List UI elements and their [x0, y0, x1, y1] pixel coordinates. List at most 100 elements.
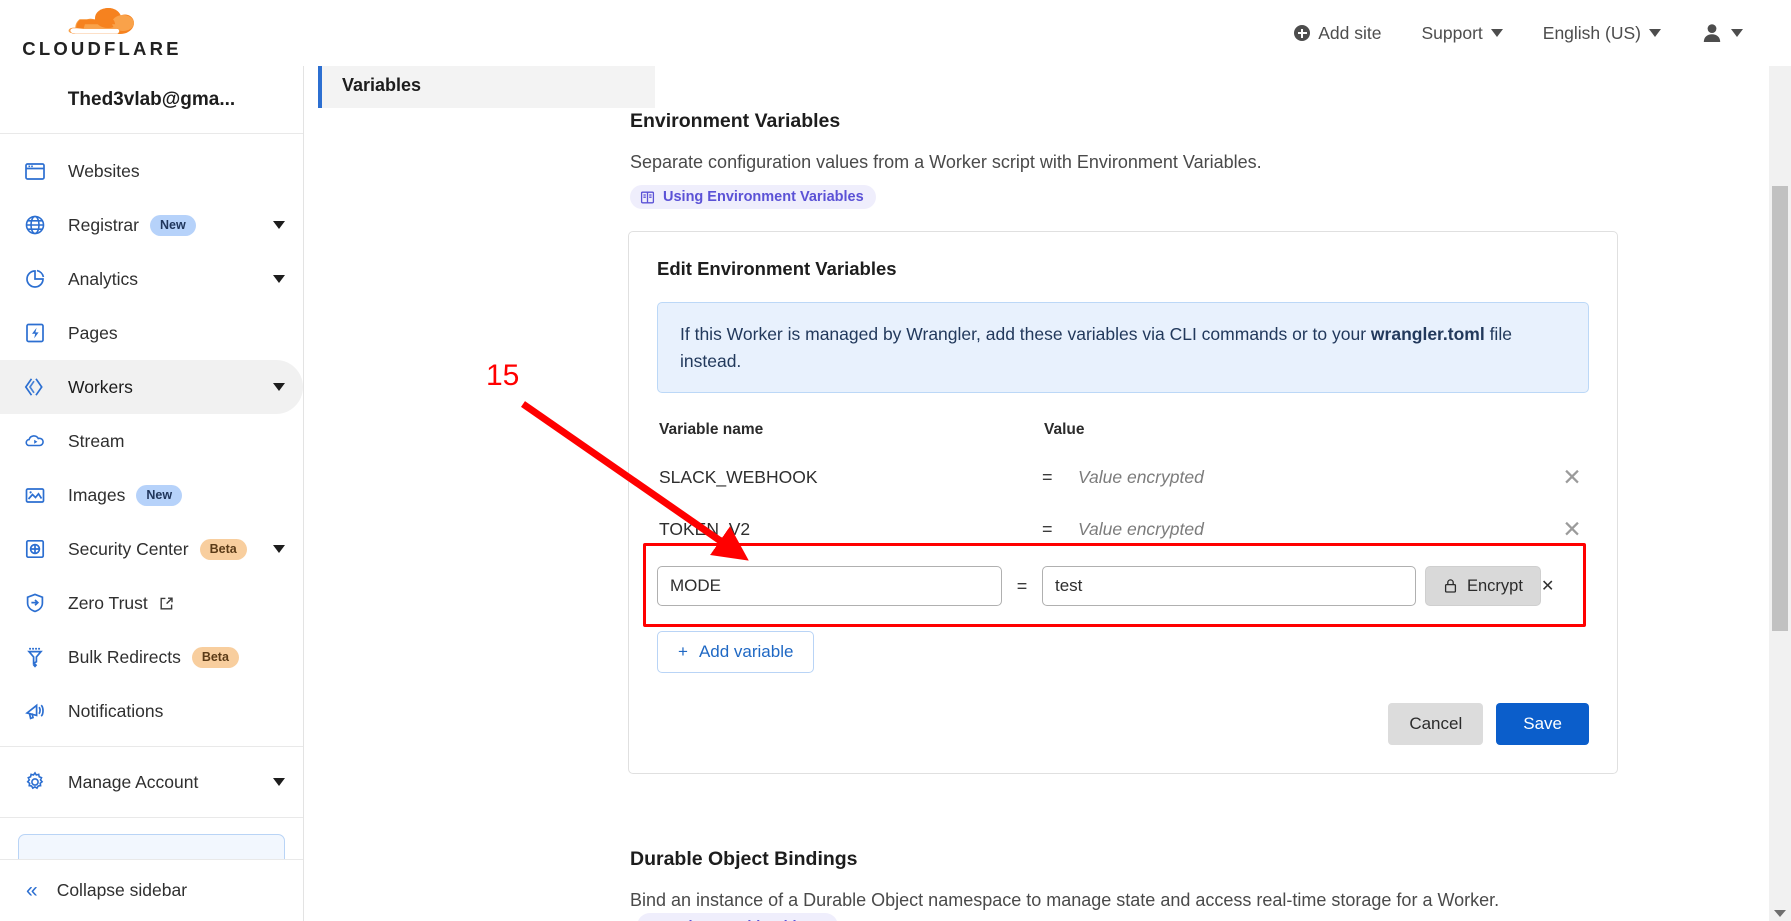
sidebar-item-security-center[interactable]: Security Center Beta — [0, 522, 303, 576]
lightning-page-icon — [22, 320, 48, 346]
chevron-down-icon[interactable] — [273, 778, 285, 786]
wrangler-toml-filename: wrangler.toml — [1371, 324, 1485, 344]
wrangler-info-banner: If this Worker is managed by Wrangler, a… — [657, 302, 1589, 393]
status-badge: Beta — [200, 539, 247, 560]
sidebar-item-analytics[interactable]: Analytics — [0, 252, 303, 306]
sidebar-item-websites[interactable]: Websites — [0, 144, 303, 198]
sidebar-item-label: Zero Trust — [68, 593, 148, 614]
divider — [0, 817, 303, 818]
encrypt-label: Encrypt — [1467, 577, 1523, 596]
variable-value: Value encrypted — [1078, 519, 1549, 540]
description-text: Bind an instance of a Durable Object nam… — [630, 890, 1499, 910]
chevron-down-icon[interactable] — [273, 383, 285, 391]
sidebar-item-stream[interactable]: Stream — [0, 414, 303, 468]
sidebar-item-label: Security Center — [68, 539, 189, 560]
gear-icon — [22, 769, 48, 795]
sidebar-item-label: Images — [68, 485, 125, 506]
funnel-icon — [22, 644, 48, 670]
doc-link-label: Using Environment Variables — [663, 189, 864, 205]
using-durable-objects-link[interactable]: Using Durable Objects — [637, 913, 838, 921]
variables-table: Variable name Value SLACK_WEBHOOK = Valu… — [657, 421, 1589, 611]
sidebar-item-label: Stream — [68, 431, 124, 452]
sidebar-item-bulk-redirects[interactable]: Bulk Redirects Beta — [0, 630, 303, 684]
sidebar: Thed3vlab@gma... Websites Registrar New … — [0, 66, 304, 921]
sidebar-item-label: Registrar — [68, 215, 139, 236]
page-scrollbar[interactable] — [1769, 66, 1791, 921]
pie-chart-icon — [22, 266, 48, 292]
equals-sign: = — [1042, 467, 1078, 488]
collapse-sidebar-button[interactable]: « Collapse sidebar — [0, 859, 303, 921]
environment-variables-section: Environment Variables Separate configura… — [628, 110, 1618, 774]
table-row: SLACK_WEBHOOK = Value encrypted ✕ — [657, 451, 1589, 503]
shield-globe-icon — [22, 536, 48, 562]
using-environment-variables-link[interactable]: Using Environment Variables — [630, 185, 876, 209]
chevron-down-icon[interactable] — [273, 221, 285, 229]
globe-icon — [22, 212, 48, 238]
sidebar-item-zero-trust[interactable]: Zero Trust — [0, 576, 303, 630]
delete-variable-icon[interactable]: ✕ — [1555, 460, 1589, 494]
add-site-button[interactable]: Add site — [1274, 0, 1401, 66]
image-icon — [22, 482, 48, 508]
column-header-value: Value — [1042, 421, 1085, 439]
edit-environment-variables-card: Edit Environment Variables If this Worke… — [628, 231, 1618, 774]
variable-value-input[interactable] — [1042, 566, 1416, 606]
plus-icon: + — [678, 642, 688, 662]
sidebar-item-workers[interactable]: Workers — [0, 360, 303, 414]
collapse-sidebar-label: Collapse sidebar — [57, 880, 187, 901]
sidebar-item-notifications[interactable]: Notifications — [0, 684, 303, 738]
card-action-buttons: Cancel Save — [657, 703, 1589, 745]
sidebar-item-label: Workers — [68, 377, 133, 398]
delete-variable-icon[interactable]: ✕ — [1555, 512, 1589, 546]
section-description: Bind an instance of a Durable Object nam… — [630, 887, 1618, 921]
durable-object-bindings-section: Durable Object Bindings Bind an instance… — [628, 848, 1618, 921]
language-menu[interactable]: English (US) — [1523, 0, 1681, 66]
cancel-button[interactable]: Cancel — [1388, 703, 1483, 745]
chevron-double-left-icon: « — [26, 879, 38, 903]
variable-name-input[interactable] — [657, 566, 1002, 606]
section-title: Durable Object Bindings — [630, 848, 1618, 871]
variable-name: TOKEN_V2 — [657, 519, 1042, 540]
workers-icon — [22, 374, 48, 400]
add-variable-button[interactable]: + Add variable — [657, 631, 814, 673]
account-name[interactable]: Thed3vlab@gma... — [0, 66, 303, 134]
cloudflare-logo[interactable]: CLOUDFLARE — [22, 7, 182, 60]
variable-value: Value encrypted — [1078, 467, 1549, 488]
person-icon — [1701, 22, 1723, 44]
sidebar-item-images[interactable]: Images New — [0, 468, 303, 522]
sidebar-item-label: Analytics — [68, 269, 138, 290]
cloudflare-cloud-icon — [62, 7, 142, 37]
sidebar-item-manage-account[interactable]: Manage Account — [0, 755, 303, 809]
scroll-down-arrow-icon[interactable] — [1774, 910, 1786, 917]
main-content: Variables Environment Variables Separate… — [304, 66, 1769, 921]
section-title: Environment Variables — [630, 110, 1618, 133]
status-badge: New — [150, 215, 196, 236]
equals-sign: = — [1042, 519, 1078, 540]
chevron-down-icon[interactable] — [273, 275, 285, 283]
delete-variable-icon[interactable]: ✕ — [1541, 576, 1554, 596]
banner-text-prefix: If this Worker is managed by Wrangler, a… — [680, 324, 1371, 344]
scrollbar-thumb[interactable] — [1772, 186, 1788, 631]
encrypt-button[interactable]: Encrypt — [1425, 566, 1541, 606]
chevron-down-icon — [1491, 29, 1503, 37]
status-badge: New — [136, 485, 182, 506]
divider — [0, 746, 303, 747]
table-row: TOKEN_V2 = Value encrypted ✕ — [657, 503, 1589, 555]
save-button[interactable]: Save — [1496, 703, 1589, 745]
top-navigation-bar: CLOUDFLARE Add site Support English (US) — [0, 0, 1791, 66]
support-menu[interactable]: Support — [1401, 0, 1522, 66]
table-row-editing: = Encrypt ✕ — [657, 561, 1589, 611]
sidebar-nav-list: Websites Registrar New Analytics Pages — [0, 134, 303, 866]
cloudflare-wordmark: CLOUDFLARE — [22, 38, 181, 60]
card-title: Edit Environment Variables — [657, 258, 1589, 280]
sidebar-item-pages[interactable]: Pages — [0, 306, 303, 360]
zero-trust-shield-icon — [22, 590, 48, 616]
sidebar-item-label: Bulk Redirects — [68, 647, 181, 668]
tab-variables[interactable]: Variables — [318, 66, 655, 108]
user-account-menu[interactable] — [1681, 0, 1763, 66]
chevron-down-icon[interactable] — [273, 545, 285, 553]
plus-circle-icon — [1294, 25, 1310, 41]
sidebar-item-registrar[interactable]: Registrar New — [0, 198, 303, 252]
section-description: Separate configuration values from a Wor… — [630, 149, 1618, 175]
megaphone-icon — [22, 698, 48, 724]
support-label: Support — [1421, 23, 1482, 44]
